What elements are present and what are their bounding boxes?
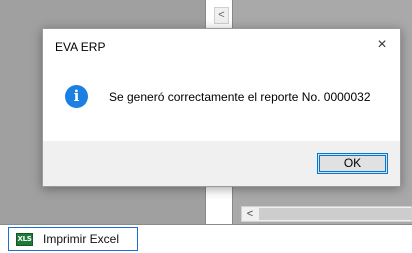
- dialog-footer: OK: [43, 141, 400, 186]
- divider: [0, 224, 412, 225]
- print-excel-label: Imprimir Excel: [43, 232, 120, 246]
- app-window: < < XLS Imprimir Excel EVA ERP × i Se ge…: [0, 0, 412, 253]
- print-excel-button[interactable]: XLS Imprimir Excel: [8, 227, 138, 251]
- message-dialog: EVA ERP × i Se generó correctamente el r…: [42, 28, 401, 187]
- excel-icon: XLS: [16, 232, 33, 246]
- dialog-message: Se generó correctamente el reporte No. 0…: [109, 90, 371, 104]
- scroll-left-arrow[interactable]: <: [242, 207, 258, 221]
- horizontal-scrollbar[interactable]: <: [241, 206, 412, 222]
- close-icon[interactable]: ×: [372, 35, 392, 55]
- scroll-left-button[interactable]: <: [214, 7, 229, 24]
- scrollbar-thumb[interactable]: [259, 208, 411, 220]
- info-icon: i: [65, 85, 88, 108]
- dialog-title: EVA ERP: [55, 40, 106, 54]
- ok-button[interactable]: OK: [317, 153, 388, 174]
